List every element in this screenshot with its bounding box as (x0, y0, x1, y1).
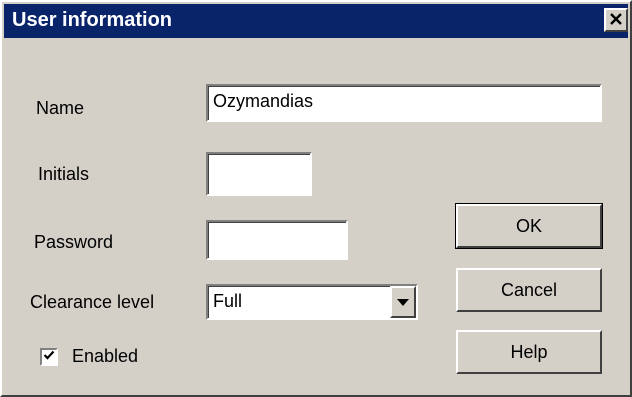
clearance-level-value: Full (213, 291, 243, 311)
initials-field[interactable] (206, 152, 312, 196)
name-field[interactable]: Ozymandias (206, 84, 602, 122)
initials-label: Initials (38, 164, 90, 184)
name-label: Name (36, 98, 85, 118)
close-button[interactable] (604, 8, 628, 32)
password-field[interactable] (206, 220, 348, 260)
title-bar: User information (4, 4, 628, 38)
dialog-title: User information (12, 9, 173, 31)
check-icon (43, 348, 55, 366)
clearance-level-label: Clearance level (30, 292, 155, 312)
password-label: Password (34, 232, 114, 252)
close-icon (609, 11, 623, 29)
cancel-button[interactable]: Cancel (456, 268, 602, 312)
clearance-level-dropdown[interactable]: Full (206, 284, 418, 320)
user-information-dialog: User information Name Ozymandias Initial… (0, 0, 632, 397)
help-button[interactable]: Help (456, 330, 602, 374)
enabled-label: Enabled (72, 346, 139, 366)
ok-button[interactable]: OK (455, 203, 603, 249)
chevron-down-icon (397, 298, 409, 306)
dropdown-arrow-button[interactable] (390, 286, 416, 318)
enabled-checkbox[interactable] (40, 348, 58, 366)
